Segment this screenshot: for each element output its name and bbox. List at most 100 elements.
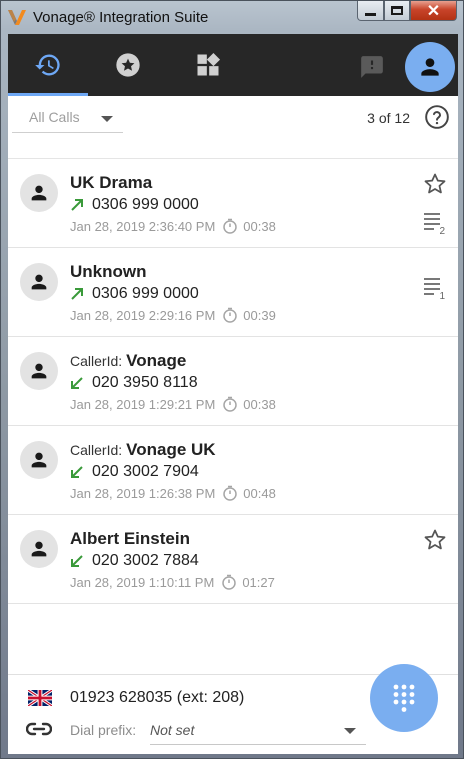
contact-name-line: UK Drama (70, 173, 152, 193)
call-datetime: Jan 28, 2019 1:10:11 PM (70, 574, 215, 590)
call-history-item[interactable]: CallerId: Vonage 020 3950 8118 Jan 28, 2019… (8, 337, 458, 426)
call-number-row: 020 3002 7904 (70, 463, 199, 481)
contact-avatar (20, 352, 58, 390)
person-icon (31, 452, 47, 468)
call-history-item[interactable]: UK Drama 0306 999 0000 Jan 28, 2019 2:36:4… (8, 159, 458, 248)
contact-name-line: Unknown (70, 262, 147, 282)
call-datetime: Jan 28, 2019 1:26:38 PM (70, 485, 216, 501)
filter-bar: All Calls 3 of 12 (8, 96, 458, 158)
tab-history[interactable] (8, 34, 88, 96)
dial-prefix-label: Dial prefix: (70, 722, 137, 738)
top-navigation (8, 34, 458, 96)
call-history-item[interactable]: CallerId: Vonage UK 020 3002 7904 Jan 28, 2… (8, 426, 458, 515)
notes-count: 2 (440, 226, 446, 235)
call-number[interactable]: 020 3002 7904 (92, 463, 199, 481)
own-phone-number: 01923 628035 (ext: 208) (70, 689, 245, 706)
contact-name-line: CallerId: Vonage (70, 351, 186, 371)
tab-favorites[interactable] (88, 34, 168, 96)
tab-apps[interactable] (168, 34, 248, 96)
call-number-row: 020 3950 8118 (70, 374, 198, 392)
app-content: All Calls 3 of 12 UK Drama 0306 999 0000 J… (8, 34, 458, 754)
history-icon (35, 54, 60, 76)
call-datetime: Jan 28, 2019 1:29:21 PM (70, 396, 216, 412)
person-icon (31, 185, 47, 201)
call-duration: 00:38 (243, 218, 276, 234)
timer-icon (223, 218, 238, 234)
contact-avatar (20, 263, 58, 301)
contact-name: UK Drama (70, 173, 153, 192)
call-datetime: Jan 28, 2019 2:29:16 PM (70, 307, 216, 323)
call-number[interactable]: 0306 999 0000 (92, 196, 199, 214)
timer-icon (223, 307, 238, 323)
dial-prefix-value: Not set (150, 722, 195, 738)
app-window: Vonage® Integration Suite ✕ All Calls 3 … (0, 0, 464, 759)
maximize-button[interactable] (384, 1, 410, 21)
star-outline-icon[interactable] (422, 171, 448, 197)
call-duration: 00:38 (243, 396, 276, 412)
call-duration: 00:39 (243, 307, 276, 323)
notes-count: 1 (440, 291, 446, 300)
call-history-list: UK Drama 0306 999 0000 Jan 28, 2019 2:36:4… (8, 159, 458, 604)
call-number[interactable]: 020 3002 7884 (92, 552, 199, 570)
user-avatar-button[interactable] (405, 42, 455, 92)
incoming-call-icon (71, 466, 83, 478)
person-icon (31, 274, 47, 290)
contact-name: Unknown (70, 262, 147, 281)
dial-prefix-dropdown[interactable]: Not set (150, 719, 366, 745)
caller-id-prefix: CallerId: (70, 353, 123, 369)
caret-down-icon (344, 728, 356, 734)
timer-icon (222, 574, 237, 590)
call-datetime: Jan 28, 2019 2:36:40 PM (70, 218, 216, 234)
person-icon (421, 58, 439, 76)
call-number[interactable]: 020 3950 8118 (92, 374, 198, 392)
call-meta-row: Jan 28, 2019 1:29:21 PM 00:38 (70, 396, 276, 412)
minimize-button[interactable] (357, 1, 384, 21)
notes-icon[interactable]: 1 (422, 274, 448, 300)
help-icon[interactable] (424, 104, 450, 130)
contact-avatar (20, 530, 58, 568)
contact-avatar (20, 174, 58, 212)
notes-icon[interactable]: 2 (422, 209, 448, 235)
caret-down-icon (101, 116, 113, 122)
incoming-call-icon (71, 555, 83, 567)
uk-flag-icon[interactable] (28, 690, 52, 706)
outgoing-call-icon (71, 199, 83, 211)
page-count: 3 of 12 (367, 110, 410, 126)
call-number-row: 020 3002 7884 (70, 552, 199, 570)
call-meta-row: Jan 28, 2019 2:36:40 PM 00:38 (70, 218, 276, 234)
dialpad-icon (393, 684, 415, 712)
contact-name: Albert Einstein (70, 529, 190, 548)
contact-name-line: CallerId: Vonage UK (70, 440, 216, 460)
title-bar[interactable]: Vonage® Integration Suite ✕ (1, 1, 463, 33)
outgoing-call-icon (71, 288, 83, 300)
star-outline-icon[interactable] (422, 527, 448, 553)
contact-name: Vonage UK (126, 440, 216, 459)
footer-bar: 01923 628035 (ext: 208) Dial prefix: Not… (8, 664, 458, 754)
timer-icon (223, 396, 238, 412)
chat-icon (361, 56, 383, 78)
caller-id-prefix: CallerId: (70, 442, 123, 458)
contact-name: Vonage (126, 351, 187, 370)
call-number-row: 0306 999 0000 (70, 285, 199, 303)
contact-name-line: Albert Einstein (70, 529, 190, 549)
call-duration: 00:48 (243, 485, 276, 501)
close-button[interactable]: ✕ (410, 1, 457, 21)
call-filter-dropdown[interactable]: All Calls (12, 106, 123, 133)
minimize-icon (365, 13, 376, 16)
call-meta-row: Jan 28, 2019 2:29:16 PM 00:39 (70, 307, 276, 323)
dialpad-button[interactable] (370, 664, 438, 732)
maximize-icon (391, 6, 403, 15)
window-controls: ✕ (357, 1, 457, 23)
person-icon (31, 541, 47, 557)
incoming-call-icon (71, 377, 83, 389)
link-icon (26, 722, 52, 736)
call-history-item[interactable]: Unknown 0306 999 0000 Jan 28, 2019 2:29:16… (8, 248, 458, 337)
call-meta-row: Jan 28, 2019 1:26:38 PM 00:48 (70, 485, 276, 501)
call-history-item[interactable]: Albert Einstein 020 3002 7884 Jan 28, 2019… (8, 515, 458, 604)
call-filter-value: All Calls (29, 109, 80, 125)
call-number[interactable]: 0306 999 0000 (92, 285, 199, 303)
call-meta-row: Jan 28, 2019 1:10:11 PM 01:27 (70, 574, 275, 590)
chat-button[interactable] (359, 54, 385, 85)
window-title: Vonage® Integration Suite (33, 8, 209, 26)
person-icon (31, 363, 47, 379)
